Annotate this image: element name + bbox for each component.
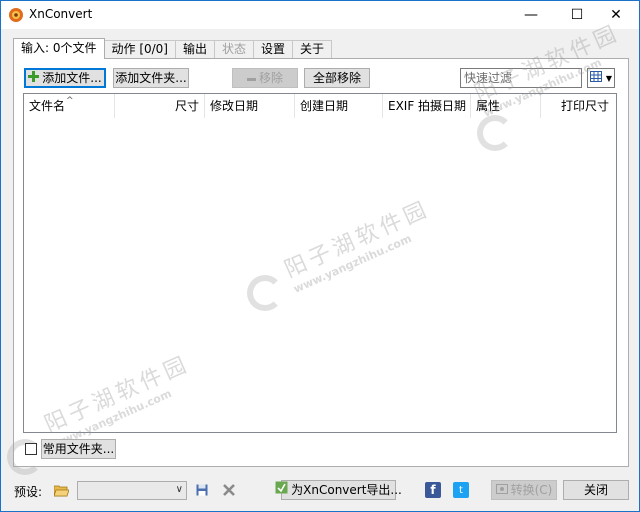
column-filename[interactable]: 文件名 ^ <box>24 94 115 118</box>
grid-view-icon <box>589 71 602 85</box>
column-created-date[interactable]: 创建日期 <box>295 94 383 118</box>
main-window: XnConvert — ☐ ✕ 输入: 0个文件 动作 [0/0] 输出 状态 … <box>0 0 640 512</box>
column-size[interactable]: 尺寸 <box>115 94 205 118</box>
list-header: 文件名 ^ 尺寸 修改日期 创建日期 EXIF 拍摄日期 属性 打印尺寸 <box>24 94 616 118</box>
close-label: 关闭 <box>583 483 608 497</box>
add-folder-button[interactable]: 添加文件夹... <box>113 68 189 88</box>
tab-settings[interactable]: 设置 <box>253 40 294 59</box>
tab-bar: 输入: 0个文件 动作 [0/0] 输出 状态 设置 关于 <box>13 38 333 59</box>
preset-label: 预设: <box>14 485 43 499</box>
tab-about[interactable]: 关于 <box>292 40 333 59</box>
export-label: 为XnConvert导出... <box>291 483 402 497</box>
column-modified-date[interactable]: 修改日期 <box>205 94 295 118</box>
dropdown-arrow-icon: ▼ <box>605 73 613 83</box>
convert-button[interactable]: 转换(C) <box>491 480 557 500</box>
remove-button[interactable]: 移除 <box>232 68 298 88</box>
add-files-button[interactable]: 添加文件... <box>24 68 106 88</box>
title-bar[interactable]: XnConvert — ☐ ✕ <box>1 1 639 29</box>
export-button[interactable]: 为XnConvert导出... <box>275 480 402 500</box>
export-icon <box>275 481 288 499</box>
delete-icon[interactable] <box>221 482 237 498</box>
add-folder-label: 添加文件夹... <box>115 71 187 85</box>
remove-all-button[interactable]: 全部移除 <box>304 68 370 88</box>
column-attributes[interactable]: 属性 <box>471 94 541 118</box>
hot-folders-checkbox[interactable] <box>25 443 37 455</box>
remove-label: 移除 <box>258 71 283 85</box>
folder-open-icon[interactable] <box>53 482 69 498</box>
sort-asc-icon: ^ <box>66 96 74 106</box>
xnconvert-logo-icon <box>8 7 24 23</box>
minimize-button[interactable]: — <box>508 1 554 29</box>
add-files-label: 添加文件... <box>42 71 102 85</box>
chevron-down-icon: ∨ <box>175 484 183 495</box>
convert-icon <box>495 481 508 499</box>
remove-all-label: 全部移除 <box>312 71 361 85</box>
watermark-logo-icon <box>477 115 513 151</box>
tab-input[interactable]: 输入: 0个文件 <box>13 38 105 59</box>
watermark-logo-icon <box>247 275 283 311</box>
view-mode-button[interactable]: ▼ <box>587 68 615 88</box>
facebook-icon[interactable]: f <box>425 482 441 498</box>
close-button[interactable]: 关闭 <box>563 480 629 500</box>
preset-select[interactable]: ∨ <box>77 481 187 500</box>
convert-label: 转换(C) <box>510 483 553 497</box>
tab-output[interactable]: 输出 <box>175 40 216 59</box>
quick-filter-input[interactable]: 快速过滤 <box>460 68 582 88</box>
tab-actions[interactable]: 动作 [0/0] <box>103 40 176 59</box>
hot-folders-label: 常用文件夹... <box>42 442 115 456</box>
file-list[interactable]: 文件名 ^ 尺寸 修改日期 创建日期 EXIF 拍摄日期 属性 打印尺寸 <box>23 93 617 433</box>
minus-icon <box>246 69 256 87</box>
add-icon <box>28 69 40 87</box>
save-icon[interactable] <box>194 482 210 498</box>
twitter-icon[interactable]: t <box>453 482 469 498</box>
close-window-button[interactable]: ✕ <box>593 1 639 29</box>
hot-folders-button[interactable]: 常用文件夹... <box>41 439 116 459</box>
column-print-size[interactable]: 打印尺寸 <box>541 94 614 118</box>
window-title: XnConvert <box>29 7 93 21</box>
column-filename-label: 文件名 <box>29 99 66 113</box>
tab-status[interactable]: 状态 <box>214 40 255 59</box>
column-exif-date[interactable]: EXIF 拍摄日期 <box>383 94 471 118</box>
